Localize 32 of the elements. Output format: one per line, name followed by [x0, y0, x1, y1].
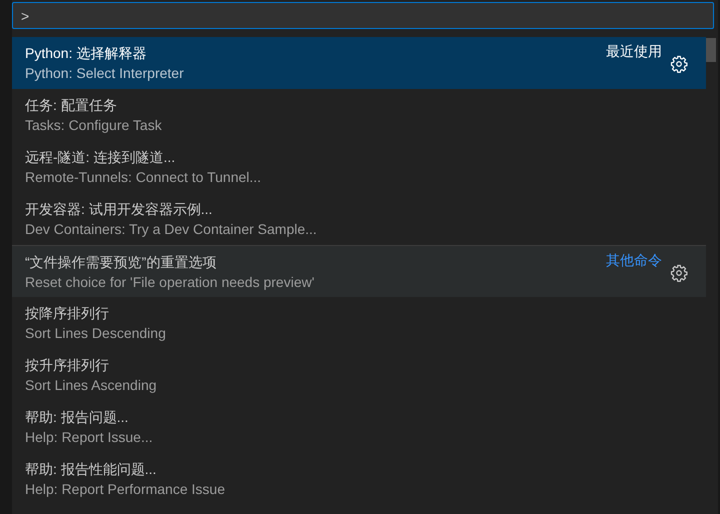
command-id: Remote-Tunnels: Connect to Tunnel...: [25, 168, 262, 187]
settings-icon[interactable]: [670, 264, 688, 282]
command-id: Help: Report Performance Issue: [25, 480, 225, 499]
command-item[interactable]: 按升序排列行 Sort Lines Ascending: [12, 349, 706, 401]
command-id: Sort Lines Ascending: [25, 376, 157, 395]
command-label: 任务: 配置任务: [25, 96, 117, 115]
command-id: Dev Containers: Try a Dev Container Sample...: [25, 220, 317, 239]
command-item[interactable]: 帮助: 报告性能问题... Help: Report Performance Issue: [12, 453, 706, 505]
command-label: Python: 选择解释器: [25, 44, 146, 63]
command-label: 远程-隧道: 连接到隧道...: [25, 148, 176, 167]
command-id: Reset choice for 'File operation needs preview': [25, 273, 314, 292]
command-item[interactable]: 帮助: 报告问题... Help: Report Issue...: [12, 401, 706, 453]
command-id: Help: Report Issue...: [25, 428, 153, 447]
command-id: Sort Lines Descending: [25, 324, 166, 343]
group-label: 其他命令: [606, 251, 662, 270]
command-item[interactable]: Python: 选择解释器 Python: Select Interpreter 最近使用: [12, 37, 706, 89]
command-label: 开发容器: 试用开发容器示例...: [25, 200, 212, 219]
command-label: 按降序排列行: [25, 304, 109, 323]
command-item[interactable]: 远程-隧道: 连接到隧道... Remote-Tunnels: Connect to Tunnel...: [12, 141, 706, 193]
command-label: 帮助: 报告性能问题...: [25, 460, 156, 479]
command-input[interactable]: >: [12, 2, 714, 29]
group-label: 最近使用: [606, 42, 662, 61]
command-item[interactable]: “文件操作需要预览”的重置选项 Reset choice for 'File operation needs preview' 其他命令: [12, 245, 706, 297]
command-label: “文件操作需要预览”的重置选项: [25, 253, 216, 272]
command-label: 按升序排列行: [25, 356, 109, 375]
scrollbar-thumb[interactable]: [706, 38, 716, 62]
command-item[interactable]: 按降序排列行 Sort Lines Descending: [12, 297, 706, 349]
command-item[interactable]: 开发容器: 试用开发容器示例... Dev Containers: Try a Dev Container Sample...: [12, 193, 706, 245]
command-label: 帮助: 报告问题...: [25, 408, 128, 427]
command-id: Python: Select Interpreter: [25, 64, 184, 83]
command-item[interactable]: 任务: 配置任务 Tasks: Configure Task: [12, 89, 706, 141]
command-id: Tasks: Configure Task: [25, 116, 162, 135]
